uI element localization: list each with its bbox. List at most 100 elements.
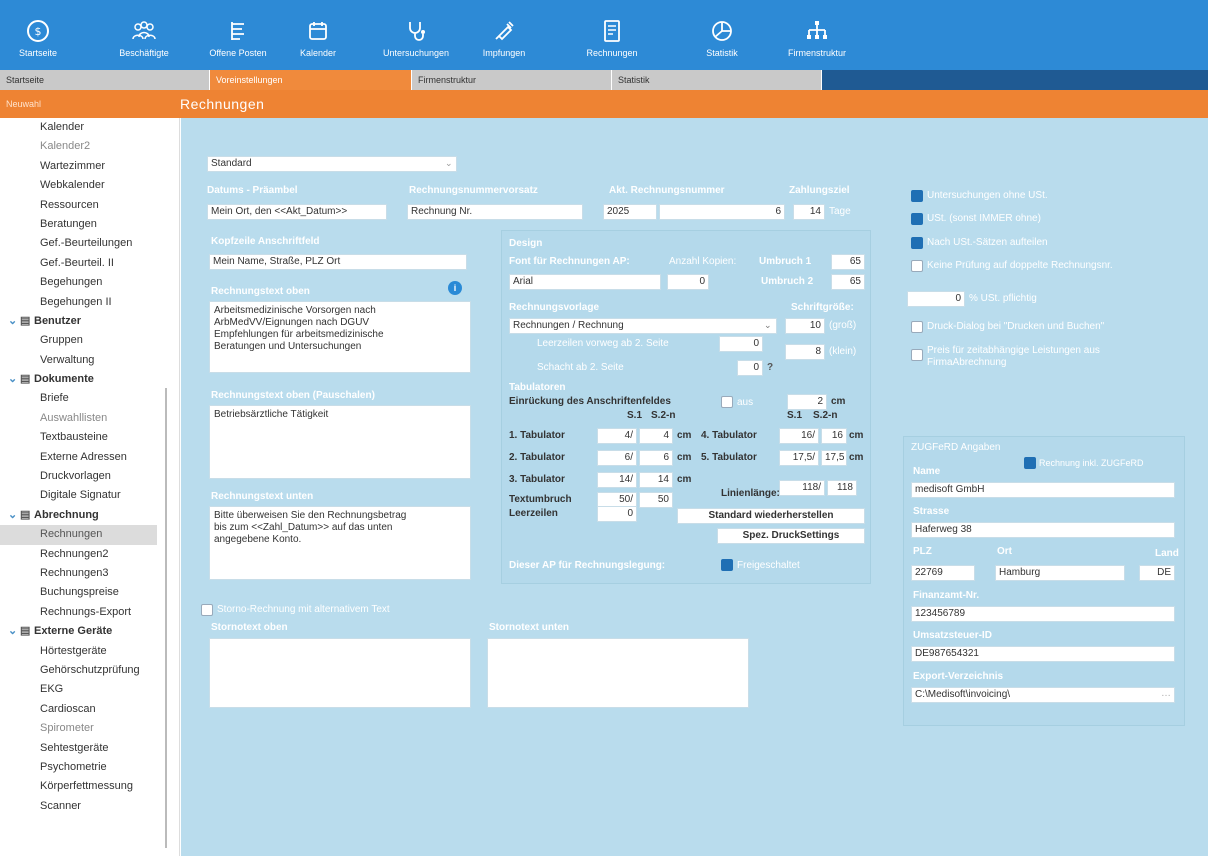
toolbar-startseite-button[interactable]: $ Startseite — [8, 0, 68, 70]
toolbar-untersuchungen-button[interactable]: Untersuchungen — [366, 0, 466, 70]
tab1-s2-field[interactable]: 4 — [639, 428, 673, 444]
schacht-help-button[interactable]: ? — [767, 362, 773, 373]
rechnungsnummer-field[interactable]: 6 — [659, 204, 785, 220]
ohne-ust-checkbox[interactable] — [911, 190, 923, 202]
sidebar-item-webkalender[interactable]: Webkalender — [0, 176, 179, 195]
sidebar-item-rechnungen[interactable]: Rechnungen — [0, 525, 157, 545]
chevron-down-icon[interactable]: ⌄ — [8, 370, 20, 389]
sidebar-item-sehtestgeräte[interactable]: Sehtestgeräte — [0, 739, 179, 758]
sidebar-item-gehörschutzprüfung[interactable]: Gehörschutzprüfung — [0, 661, 179, 680]
spez-drucksettings-button[interactable]: Spez. DruckSettings — [717, 528, 865, 544]
rechnungsjahr-field[interactable]: 2025 — [603, 204, 657, 220]
tab2-s1-field[interactable]: 6/ — [597, 450, 637, 466]
druck-dialog-checkbox[interactable] — [911, 321, 923, 333]
sidebar-item-kalender[interactable]: Kalender — [0, 118, 179, 137]
sidebar-item-auswahllisten[interactable]: Auswahllisten — [0, 409, 179, 428]
zahlungsziel-field[interactable]: 14 — [793, 204, 825, 220]
sidebar-item-wartezimmer[interactable]: Wartezimmer — [0, 157, 179, 176]
keine-pruefung-checkbox[interactable] — [911, 260, 923, 272]
zugferd-name-field[interactable]: medisoft GmbH — [911, 482, 1175, 498]
ust-immer-checkbox[interactable] — [911, 213, 923, 225]
sidebar-item-psychometrie[interactable]: Psychometrie — [0, 758, 179, 777]
rechnungstext-oben-field[interactable]: Arbeitsmedizinische Vorsorgen nach ArbMe… — [209, 301, 471, 373]
sidebar-item-gruppen[interactable]: Gruppen — [0, 331, 179, 350]
ust-prozent-field[interactable]: 0 — [907, 291, 965, 307]
sidebar-group-dokumente[interactable]: ⌄ ▤ Dokumente — [0, 370, 179, 389]
linienlaenge-s1-field[interactable]: 118/ — [779, 480, 825, 496]
preis-zeit-checkbox[interactable] — [911, 349, 923, 361]
kopien-field[interactable]: 0 — [667, 274, 709, 290]
tab-voreinstellungen[interactable]: Voreinstellungen — [210, 70, 412, 90]
nach-ust-checkbox[interactable] — [911, 237, 923, 249]
rechnungsvorlage-select[interactable]: Rechnungen / Rechnung — [509, 318, 777, 334]
tab4-s1-field[interactable]: 16/ — [779, 428, 819, 444]
toolbar-impfungen-button[interactable]: Impfungen — [474, 0, 534, 70]
info-icon[interactable]: i — [448, 281, 462, 295]
sidebar-item-gef-beurteilungen[interactable]: Gef.-Beurteilungen — [0, 234, 179, 253]
sidebar-item-spirometer[interactable]: Spirometer — [0, 719, 179, 738]
zugferd-land-field[interactable]: DE — [1139, 565, 1175, 581]
stornotext-unten-field[interactable] — [487, 638, 749, 708]
sidebar-item-digitale-signatur[interactable]: Digitale Signatur — [0, 486, 179, 505]
chevron-down-icon[interactable]: ⌄ — [8, 622, 20, 641]
sidebar-item-buchungspreise[interactable]: Buchungspreise — [0, 583, 179, 602]
sidebar-item-verwaltung[interactable]: Verwaltung — [0, 351, 179, 370]
umbruch1-field[interactable]: 65 — [831, 254, 865, 270]
rechnungstext-pauschalen-field[interactable]: Betriebsärztliche Tätigkeit — [209, 405, 471, 479]
tab4-s2-field[interactable]: 16 — [821, 428, 847, 444]
zugferd-export-field[interactable]: C:\Medisoft\invoicing\ — [911, 687, 1175, 703]
kopfzeile-field[interactable]: Mein Name, Straße, PLZ Ort — [209, 254, 467, 270]
leerzeilen-vorweg-field[interactable]: 0 — [719, 336, 763, 352]
sidebar-item-begehungen-ii[interactable]: Begehungen II — [0, 293, 179, 312]
schriftgroesse-gross-field[interactable]: 10 — [785, 318, 825, 334]
toolbar-rechnungen-button[interactable]: Rechnungen — [572, 0, 652, 70]
sidebar-scrollbar[interactable] — [165, 388, 167, 848]
rechnungstext-unten-field[interactable]: Bitte überweisen Sie den Rechnungsbetrag… — [209, 506, 471, 580]
sidebar-item-hörtestgeräte[interactable]: Hörtestgeräte — [0, 642, 179, 661]
toolbar-kalender-button[interactable]: Kalender — [288, 0, 348, 70]
chevron-down-icon[interactable]: ⌄ — [8, 506, 20, 525]
zugferd-finanzamt-field[interactable]: 123456789 — [911, 606, 1175, 622]
toolbar-firmenstruktur-button[interactable]: Firmenstruktur — [772, 0, 862, 70]
tab5-s2-field[interactable]: 17,5 — [821, 450, 847, 466]
sidebar-group-benutzer[interactable]: ⌄ ▤ Benutzer — [0, 312, 179, 331]
sidebar-item-cardioscan[interactable]: Cardioscan — [0, 700, 179, 719]
zugferd-ort-field[interactable]: Hamburg — [995, 565, 1125, 581]
toolbar-offene-posten-button[interactable]: Offene Posten — [198, 0, 278, 70]
zugferd-ust-id-field[interactable]: DE987654321 — [911, 646, 1175, 662]
sidebar-item-externe-adressen[interactable]: Externe Adressen — [0, 448, 179, 467]
schacht-field[interactable]: 0 — [737, 360, 763, 376]
einrueckung-aus-checkbox[interactable] — [721, 396, 733, 408]
sidebar-item-beratungen[interactable]: Beratungen — [0, 215, 179, 234]
leerzeilen-field[interactable]: 0 — [597, 506, 637, 522]
zugferd-strasse-field[interactable]: Haferweg 38 — [911, 522, 1175, 538]
zugferd-plz-field[interactable]: 22769 — [911, 565, 975, 581]
tab3-s2-field[interactable]: 14 — [639, 472, 673, 488]
zugferd-inkl-checkbox[interactable] — [1024, 457, 1036, 469]
toolbar-statistik-button[interactable]: Statistik — [692, 0, 752, 70]
browse-icon[interactable]: … — [1161, 688, 1171, 699]
schriftgroesse-klein-field[interactable]: 8 — [785, 344, 825, 360]
sidebar-group-externe-geräte[interactable]: ⌄ ▤ Externe Geräte — [0, 622, 179, 641]
textumbruch-s2-field[interactable]: 50 — [639, 492, 673, 508]
sidebar-item-rechnungen3[interactable]: Rechnungen3 — [0, 564, 179, 583]
rechnungsnummervorsatz-field[interactable]: Rechnung Nr. — [407, 204, 583, 220]
sidebar-item-ressourcen[interactable]: Ressourcen — [0, 196, 179, 215]
font-field[interactable]: Arial — [509, 274, 661, 290]
sidebar-item-gef-beurteil-ii[interactable]: Gef.-Beurteil. II — [0, 254, 179, 273]
toolbar-beschaeftigte-button[interactable]: Beschäftigte — [108, 0, 180, 70]
template-select[interactable]: Standard — [207, 156, 457, 172]
sidebar-item-briefe[interactable]: Briefe — [0, 389, 179, 408]
einrueckung-field[interactable]: 2 — [787, 394, 827, 410]
datum-praeambel-field[interactable]: Mein Ort, den <<Akt_Datum>> — [207, 204, 387, 220]
sidebar-group-abrechnung[interactable]: ⌄ ▤ Abrechnung — [0, 506, 179, 525]
sidebar-item-rechnungs-export[interactable]: Rechnungs-Export — [0, 603, 179, 622]
sidebar-item-begehungen[interactable]: Begehungen — [0, 273, 179, 292]
freigeschaltet-checkbox[interactable] — [721, 559, 733, 571]
standard-wiederherstellen-button[interactable]: Standard wiederherstellen — [677, 508, 865, 524]
sidebar-item-rechnungen2[interactable]: Rechnungen2 — [0, 545, 179, 564]
chevron-down-icon[interactable]: ⌄ — [8, 312, 20, 331]
sidebar-item-körperfettmessung[interactable]: Körperfettmessung — [0, 777, 179, 796]
sidebar-item-scanner[interactable]: Scanner — [0, 797, 179, 816]
storno-checkbox[interactable] — [201, 604, 213, 616]
